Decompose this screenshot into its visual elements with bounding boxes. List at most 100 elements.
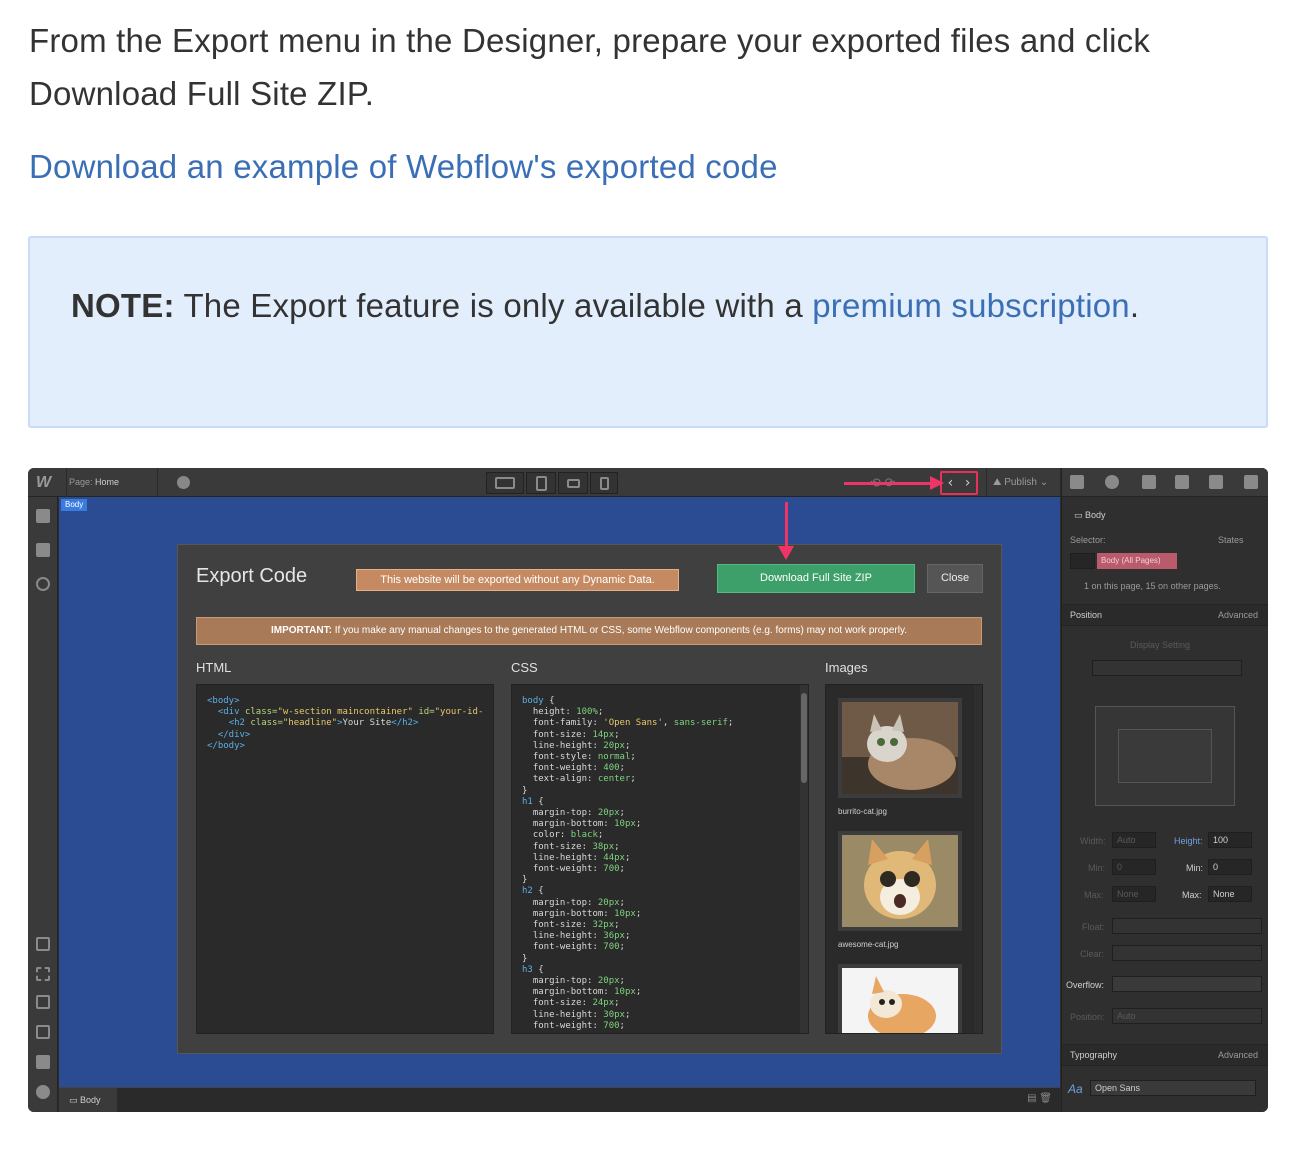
interactions-icon[interactable] [1175,475,1189,489]
note-label: NOTE: [71,287,175,324]
position-section-header[interactable]: Position Advanced [1062,604,1268,626]
height-input[interactable]: 100 [1208,832,1252,848]
max-width-input[interactable]: None [1112,886,1156,902]
cat-photo-icon [842,835,958,927]
font-family-select[interactable]: Open Sans [1090,1080,1256,1096]
symbols-panel-icon[interactable] [1244,475,1258,489]
width-input[interactable]: Auto [1112,832,1156,848]
images-pane[interactable]: burrito-cat.jpg awesome-cat.jpg [825,684,983,1034]
settings-gear-icon[interactable] [1105,475,1119,489]
display-setting-buttons[interactable] [1092,660,1242,676]
mobile-landscape-button[interactable] [558,472,588,494]
float-label: Float: [1082,922,1105,932]
dynamic-data-warning: This website will be exported without an… [356,569,679,591]
mobile-landscape-icon [567,479,580,488]
html-label: HTML [196,660,232,675]
style-brush-icon[interactable] [1070,475,1084,489]
min-width-input[interactable]: 0 [1112,859,1156,875]
arrow-to-export-icon [844,476,944,490]
page-settings-icon[interactable] [36,1025,50,1039]
premium-subscription-link[interactable]: premium subscription [812,287,1130,324]
users-icon[interactable] [36,1055,50,1069]
box-icon: ▭ [1074,510,1086,520]
selected-element-name: ▭ Body [1074,510,1106,521]
mobile-portrait-button[interactable] [590,472,618,494]
cat-photo-icon [842,968,958,1033]
typography-section-label: Typography [1070,1050,1118,1060]
advanced-toggle[interactable]: Advanced [1218,610,1258,620]
style-panel: ▭ Body Selector: States Body (All Pages)… [1061,468,1268,1112]
note-period: . [1129,287,1140,324]
body-element-tag[interactable]: Body [61,499,88,511]
important-label: IMPORTANT: [271,625,332,636]
position-select[interactable]: Auto [1112,1008,1262,1024]
cms-icon[interactable] [36,577,50,591]
arrow-to-download-icon [778,502,794,560]
publish-button[interactable]: ⛰ Publish ⌄ [986,468,1060,497]
typography-section-header[interactable]: Typography Advanced [1062,1044,1268,1066]
box-icon: ▭ [69,1095,81,1105]
symbols-icon[interactable] [36,995,50,1009]
designer-canvas: Body Export Code This website will be ex… [59,497,1060,1087]
pages-icon[interactable] [36,543,50,557]
image-filename: burrito-cat.jpg [838,807,887,816]
desktop-view-button[interactable] [486,472,524,494]
tablet-icon [536,476,547,491]
max-height-input[interactable]: None [1208,886,1252,902]
page-selector[interactable]: Page: Home [66,468,190,497]
help-icon[interactable] [36,1085,50,1099]
designer-screenshot: W Page: Home ⟲ ⟳ ‹ › ⛰ Publish ⌄ Body Ex… [28,468,1268,1112]
padding-box[interactable] [1118,729,1212,783]
min-height-input[interactable]: 0 [1208,859,1252,875]
export-code-button[interactable]: ‹ › [940,471,978,495]
add-element-icon[interactable] [36,509,50,523]
position-section-label: Position [1070,610,1103,620]
clear-buttons[interactable] [1112,945,1262,961]
usage-text: 1 on this page, 15 on other pages. [1084,581,1221,591]
download-full-site-zip-button[interactable]: Download Full Site ZIP [717,564,915,593]
image-thumbnail[interactable] [838,964,962,1033]
min-height-label: Min: [1186,863,1204,873]
preview-eye-icon[interactable] [177,476,190,489]
breadcrumb-bar: ▭ Body ▤ 🗑 [59,1087,1060,1112]
images-label: Images [825,660,868,675]
font-icon: Aa [1068,1082,1083,1096]
overflow-buttons[interactable] [1112,976,1262,992]
css-label: CSS [511,660,538,675]
clear-label: Clear: [1080,949,1105,959]
tablet-view-button[interactable] [526,472,556,494]
mobile-portrait-icon [600,477,609,490]
webflow-logo: W [36,474,52,491]
css-code-pane[interactable]: body { height: 100%; font-family: 'Open … [511,684,809,1034]
intro-text: From the Export menu in the Designer, pr… [29,22,1151,112]
height-label: Height: [1174,836,1203,846]
desktop-icon [495,477,515,489]
note-text: NOTE: The Export feature is only availab… [71,278,1191,333]
designer-left-toolbar [28,497,58,1112]
assets-cube-icon[interactable] [1209,475,1223,489]
trash-icon[interactable]: ▤ 🗑 [1027,1093,1052,1104]
states-dropdown[interactable]: States [1218,535,1244,545]
box-model-editor[interactable] [1095,706,1235,806]
example-code-link[interactable]: Download an example of Webflow's exporte… [29,140,778,193]
page-value: Home [95,477,120,487]
float-buttons[interactable] [1112,918,1262,934]
export-code-modal: Export Code This website will be exporte… [177,544,1002,1054]
html-code-pane[interactable]: <body> <div class="w-section maincontain… [196,684,494,1034]
page-label: Page: [69,477,93,487]
selector-chip[interactable]: Body (All Pages) [1097,553,1177,569]
image-thumbnail[interactable] [838,698,962,798]
css-scrollbar[interactable] [800,685,808,1033]
advanced-toggle[interactable]: Advanced [1218,1050,1258,1060]
modal-title: Export Code [196,565,308,587]
navigator-icon[interactable] [36,937,50,951]
image-thumbnail[interactable] [838,831,962,931]
min-width-label: Min: [1088,863,1106,873]
navigator-list-icon[interactable] [1142,475,1156,489]
selection-icon[interactable] [36,967,50,981]
breadcrumb-body[interactable]: ▭ Body [59,1088,117,1112]
cat-photo-icon [842,702,958,794]
close-button[interactable]: Close [927,564,983,593]
max-height-label: Max: [1182,890,1202,900]
images-scrollbar[interactable] [974,685,982,1033]
